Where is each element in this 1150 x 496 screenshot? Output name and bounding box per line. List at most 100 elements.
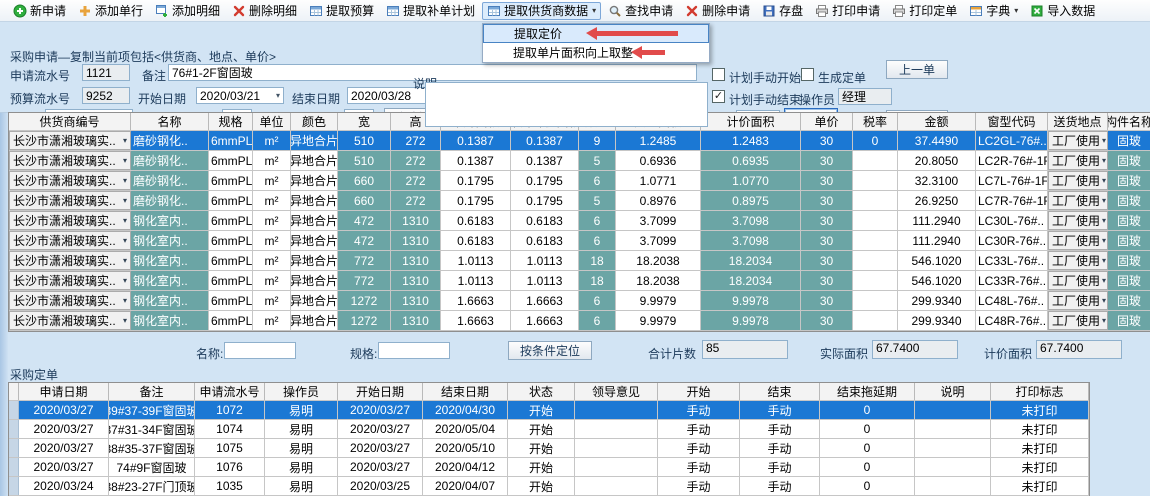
cell-spec[interactable]: 6mmPLE..	[209, 291, 253, 310]
cell-end-delay[interactable]: 0	[820, 458, 915, 476]
cell-component[interactable]: 固玻	[1108, 291, 1150, 310]
col-header-status[interactable]: 状态	[508, 383, 575, 400]
cell-piece-priced-area[interactable]: 1.6663	[511, 311, 579, 330]
cell-spec[interactable]: 6mmPLE..	[209, 251, 253, 270]
dictionary-button[interactable]: 字典▾	[964, 2, 1023, 20]
cell-piece-priced-area[interactable]: 1.0113	[511, 271, 579, 290]
cell-tax-rate[interactable]	[853, 211, 898, 230]
cell-component[interactable]: 固玻	[1108, 231, 1150, 250]
cell-width[interactable]: 660	[338, 171, 391, 190]
delivery-location-combo[interactable]: 工厂使用▾	[1048, 151, 1108, 170]
cell-print-flag[interactable]: 未打印	[991, 477, 1089, 495]
cell-spec[interactable]: 6mmPLE..	[209, 271, 253, 290]
cell-window-code[interactable]: LC7R-76#-1F0	[976, 191, 1048, 210]
cell-name[interactable]: 钢化室内..	[131, 291, 209, 310]
cell-piece-priced-area[interactable]: 0.1795	[511, 171, 579, 190]
cell-request-serial[interactable]: 1074	[195, 420, 265, 438]
cell-end-date[interactable]: 2020/04/30	[423, 401, 508, 419]
menu-item-extract-area-roundup[interactable]: 提取单片面积向上取整	[483, 43, 709, 62]
cell-leader-opinion[interactable]	[575, 439, 658, 457]
table-row[interactable]: 长沙市潇湘玻璃实..▾钢化室内..6mmPLE..m²异地合片47213100.…	[9, 231, 1150, 251]
cell-priced-area[interactable]: 18.2034	[701, 271, 801, 290]
generate-order-checkbox[interactable]	[801, 68, 814, 81]
filter-spec-input[interactable]	[378, 342, 450, 359]
cell-color[interactable]: 异地合片	[291, 211, 338, 230]
cell-name[interactable]: 磨砂钢化..	[131, 171, 209, 190]
cell-unit-price[interactable]: 30	[801, 131, 853, 150]
cell-component[interactable]: 固玻	[1108, 271, 1150, 290]
cell-window-code[interactable]: LC48R-76#..	[976, 311, 1048, 330]
cell-request-serial[interactable]: 1076	[195, 458, 265, 476]
cell-end[interactable]: 手动	[740, 477, 820, 495]
col-header-tax-rate[interactable]: 税率	[853, 113, 898, 130]
cell-width[interactable]: 472	[338, 231, 391, 250]
filter-name-input[interactable]	[224, 342, 296, 359]
cell-tax-rate[interactable]	[853, 311, 898, 330]
cell-piece-area[interactable]: 0.6183	[441, 231, 511, 250]
cell-note[interactable]	[915, 477, 991, 495]
cell-priced-area[interactable]: 9.9978	[701, 291, 801, 310]
cell-end-date[interactable]: 2020/05/04	[423, 420, 508, 438]
delete-request-button[interactable]: 删除申请	[680, 2, 755, 20]
cell-end-delay[interactable]: 0	[820, 420, 915, 438]
extract-supplement-plan-button[interactable]: 提取补单计划	[381, 2, 480, 20]
cell-print-flag[interactable]: 未打印	[991, 401, 1089, 419]
row-selector[interactable]	[9, 477, 19, 495]
cell-qty[interactable]: 5	[579, 191, 616, 210]
cell-component[interactable]: 固玻	[1108, 151, 1150, 170]
cell-component[interactable]: 固玻	[1108, 211, 1150, 230]
add-detail-button[interactable]: 添加明细	[150, 2, 225, 20]
table-row[interactable]: 长沙市潇湘玻璃实..▾钢化室内..6mmPLE..m²异地合片47213100.…	[9, 211, 1150, 231]
cell-component[interactable]: 固玻	[1108, 131, 1150, 150]
cell-end-delay[interactable]: 0	[820, 401, 915, 419]
cell-note[interactable]	[915, 420, 991, 438]
supplier-combo[interactable]: 长沙市潇湘玻璃实..▾	[9, 151, 131, 170]
cell-piece-priced-area[interactable]: 0.1795	[511, 191, 579, 210]
cell-remark[interactable]: 87#31-34F窗固玻	[109, 420, 195, 438]
cell-width[interactable]: 772	[338, 251, 391, 270]
cell-spec[interactable]: 6mmPLE..	[209, 191, 253, 210]
description-textarea[interactable]	[425, 82, 708, 127]
cell-tax-rate[interactable]	[853, 271, 898, 290]
cell-window-code[interactable]: LC33R-76#..	[976, 271, 1048, 290]
cell-unit[interactable]: m²	[253, 131, 291, 150]
cell-actual-area[interactable]: 9.9979	[616, 291, 701, 310]
col-header-spec[interactable]: 规格	[209, 113, 253, 130]
supplier-combo[interactable]: 长沙市潇湘玻璃实..▾	[9, 311, 131, 330]
table-row[interactable]: 长沙市潇湘玻璃实..▾钢化室内..6mmPLE..m²异地合片127213101…	[9, 311, 1150, 331]
chevron-down-icon[interactable]: ▾	[1102, 316, 1106, 325]
col-header-delivery-location[interactable]: 送货地点	[1048, 113, 1108, 130]
col-header-remark[interactable]: 备注	[109, 383, 195, 400]
cell-name[interactable]: 钢化室内..	[131, 271, 209, 290]
cell-name[interactable]: 钢化室内..	[131, 251, 209, 270]
cell-spec[interactable]: 6mmPLE..	[209, 151, 253, 170]
col-header-start-date[interactable]: 开始日期	[338, 383, 423, 400]
cell-name[interactable]: 钢化室内..	[131, 231, 209, 250]
cell-amount[interactable]: 37.4490	[898, 131, 976, 150]
cell-actual-area[interactable]: 0.8976	[616, 191, 701, 210]
cell-unit[interactable]: m²	[253, 251, 291, 270]
cell-remark[interactable]: 88#35-37F窗固玻	[109, 439, 195, 457]
chevron-down-icon[interactable]: ▾	[1102, 256, 1106, 265]
chevron-down-icon[interactable]: ▾	[1102, 176, 1106, 185]
cell-unit[interactable]: m²	[253, 191, 291, 210]
supplier-combo[interactable]: 长沙市潇湘玻璃实..▾	[9, 231, 131, 250]
locate-by-condition-button[interactable]: 按条件定位	[508, 341, 592, 360]
row-selector[interactable]	[9, 401, 19, 419]
cell-spec[interactable]: 6mmPLE..	[209, 311, 253, 330]
cell-color[interactable]: 异地合片	[291, 271, 338, 290]
cell-operator[interactable]: 易明	[265, 477, 338, 495]
supplier-combo[interactable]: 长沙市潇湘玻璃实..▾	[9, 191, 131, 210]
cell-leader-opinion[interactable]	[575, 401, 658, 419]
cell-spec[interactable]: 6mmPLE..	[209, 171, 253, 190]
cell-height[interactable]: 1310	[391, 311, 441, 330]
cell-unit-price[interactable]: 30	[801, 291, 853, 310]
cell-width[interactable]: 1272	[338, 291, 391, 310]
cell-request-date[interactable]: 2020/03/24	[19, 477, 109, 495]
col-header-width[interactable]: 宽	[338, 113, 391, 130]
cell-remark[interactable]: 74#9F窗固玻	[109, 458, 195, 476]
cell-start[interactable]: 手动	[658, 439, 740, 457]
cell-height[interactable]: 1310	[391, 251, 441, 270]
delivery-location-combo[interactable]: 工厂使用▾	[1048, 191, 1108, 210]
cell-amount[interactable]: 26.9250	[898, 191, 976, 210]
